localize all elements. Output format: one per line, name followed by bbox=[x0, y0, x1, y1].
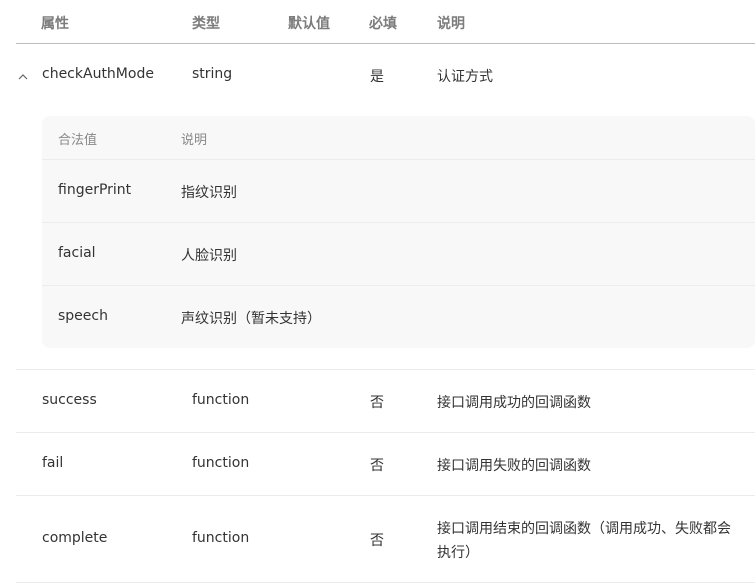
sub-table-header: 合法值 说明 bbox=[42, 116, 755, 160]
table-header: 属性 类型 默认值 必填 说明 bbox=[16, 0, 755, 44]
sub-header-value: 合法值 bbox=[58, 133, 98, 148]
param-required: 否 bbox=[370, 533, 384, 549]
header-description: 说明 bbox=[437, 16, 465, 32]
param-required: 是 bbox=[370, 69, 384, 85]
header-default: 默认值 bbox=[288, 16, 330, 32]
param-description: 接口调用失败的回调函数 bbox=[437, 458, 591, 474]
param-description-line-1: 接口调用结束的回调函数（调用成功、失败都会 bbox=[437, 521, 731, 537]
sub-table-row: facial 人脸识别 bbox=[42, 223, 755, 286]
param-type: function bbox=[192, 455, 250, 471]
param-description: 认证方式 bbox=[437, 69, 493, 85]
param-description-line-2: 执行） bbox=[437, 545, 479, 561]
param-required: 否 bbox=[370, 395, 384, 411]
valid-value-description: 人脸识别 bbox=[181, 248, 237, 264]
param-type: function bbox=[192, 392, 250, 408]
chevron-up-icon[interactable] bbox=[17, 72, 29, 84]
table-row-fail: fail function 否 接口调用失败的回调函数 bbox=[16, 433, 755, 496]
param-name: success bbox=[42, 392, 97, 408]
param-type: function bbox=[192, 530, 250, 546]
table-row-checkauthmode: checkAuthMode string 是 认证方式 合法值 说明 finge… bbox=[16, 44, 755, 370]
valid-value-description: 声纹识别（暂未支持） bbox=[181, 311, 321, 327]
valid-values-table: 合法值 说明 fingerPrint 指纹识别 facial 人脸识别 spee… bbox=[42, 116, 755, 348]
sub-header-description: 说明 bbox=[181, 133, 208, 148]
valid-value: speech bbox=[58, 308, 108, 324]
valid-value-description: 指纹识别 bbox=[181, 185, 237, 201]
params-table: 属性 类型 默认值 必填 说明 checkAuthMode string 是 认… bbox=[16, 0, 755, 583]
param-description: 接口调用成功的回调函数 bbox=[437, 395, 591, 411]
header-property: 属性 bbox=[41, 16, 69, 32]
sub-table-row: speech 声纹识别（暂未支持） bbox=[42, 286, 755, 349]
param-required: 否 bbox=[370, 458, 384, 474]
sub-table-row: fingerPrint 指纹识别 bbox=[42, 160, 755, 223]
param-type: string bbox=[192, 66, 233, 82]
valid-value: fingerPrint bbox=[58, 182, 132, 198]
header-type: 类型 bbox=[192, 16, 220, 32]
table-row-complete: complete function 否 接口调用结束的回调函数（调用成功、失败都… bbox=[16, 496, 755, 583]
param-name: complete bbox=[42, 530, 108, 546]
table-row-success: success function 否 接口调用成功的回调函数 bbox=[16, 370, 755, 433]
header-required: 必填 bbox=[369, 16, 397, 32]
param-name: fail bbox=[42, 455, 64, 471]
param-name[interactable]: checkAuthMode bbox=[42, 66, 154, 82]
valid-value: facial bbox=[58, 245, 96, 261]
